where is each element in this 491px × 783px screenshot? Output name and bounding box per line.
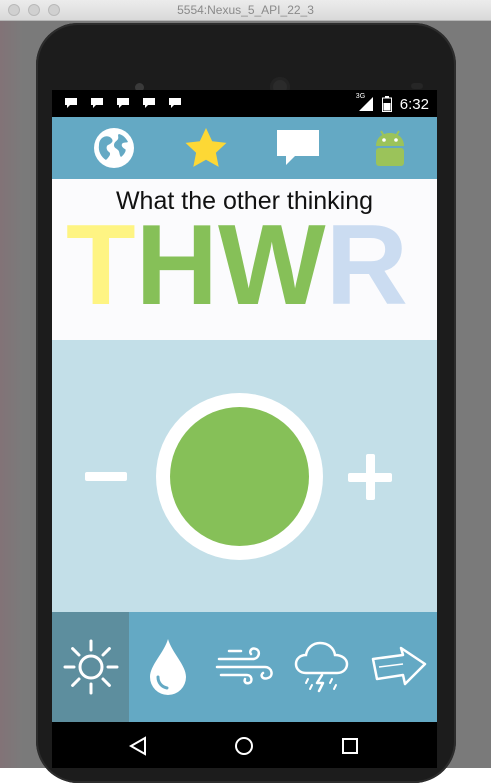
decrease-button[interactable] [85, 454, 129, 498]
wind-icon [215, 647, 273, 685]
android-icon [376, 130, 404, 166]
brand-letter-t: T [66, 202, 136, 329]
brand-logo: T H W R [66, 209, 408, 323]
android-button[interactable] [366, 125, 414, 171]
star-icon [185, 128, 227, 167]
tab-sunny[interactable] [52, 612, 129, 722]
raindrop-icon [149, 639, 186, 695]
battery-icon [381, 96, 392, 112]
proximity-sensor [411, 83, 423, 89]
notification-icon [91, 98, 103, 108]
tab-next[interactable] [360, 612, 437, 722]
notification-icon [117, 98, 129, 108]
app-toolbar [52, 117, 437, 179]
recents-icon [342, 738, 358, 754]
favorites-button[interactable] [182, 125, 230, 171]
globe-button[interactable] [90, 125, 138, 171]
chat-button[interactable] [274, 125, 322, 171]
system-navigation-bar [52, 722, 437, 768]
brand-letter-h: H [135, 202, 218, 329]
mood-indicator[interactable] [170, 407, 309, 546]
brand-letter-w: W [217, 202, 326, 329]
status-bar: 3G 6:32 [52, 90, 437, 117]
notification-icon [169, 98, 181, 108]
window-titlebar: 5554:Nexus_5_API_22_3 [0, 0, 491, 21]
app-header: What the other thinking T H W R [52, 179, 437, 340]
sun-icon [63, 639, 118, 695]
notification-icon [65, 98, 77, 108]
increase-button[interactable] [348, 454, 394, 500]
storm-cloud-icon [294, 641, 348, 693]
tab-wind[interactable] [206, 612, 283, 722]
window-title: 5554:Nexus_5_API_22_3 [177, 3, 314, 17]
notification-icon [143, 98, 155, 108]
status-time: 6:32 [399, 95, 429, 113]
recents-button[interactable] [337, 733, 363, 759]
tab-rain[interactable] [129, 612, 206, 722]
arrow-right-icon [371, 646, 426, 686]
globe-icon [94, 128, 134, 168]
minus-icon [85, 472, 127, 481]
weather-tab-bar [52, 612, 437, 722]
mood-control-panel [52, 340, 437, 612]
brand-letter-r: R [325, 202, 408, 329]
chat-bubble-icon [277, 130, 319, 165]
home-button[interactable] [231, 733, 257, 759]
back-icon [128, 736, 146, 756]
phone-screen: 3G 6:32 What the other thinking T H W R [52, 90, 437, 768]
tab-storm[interactable] [283, 612, 360, 722]
signal-icon: 3G [356, 93, 374, 112]
back-button[interactable] [125, 733, 151, 759]
home-icon [235, 737, 253, 755]
